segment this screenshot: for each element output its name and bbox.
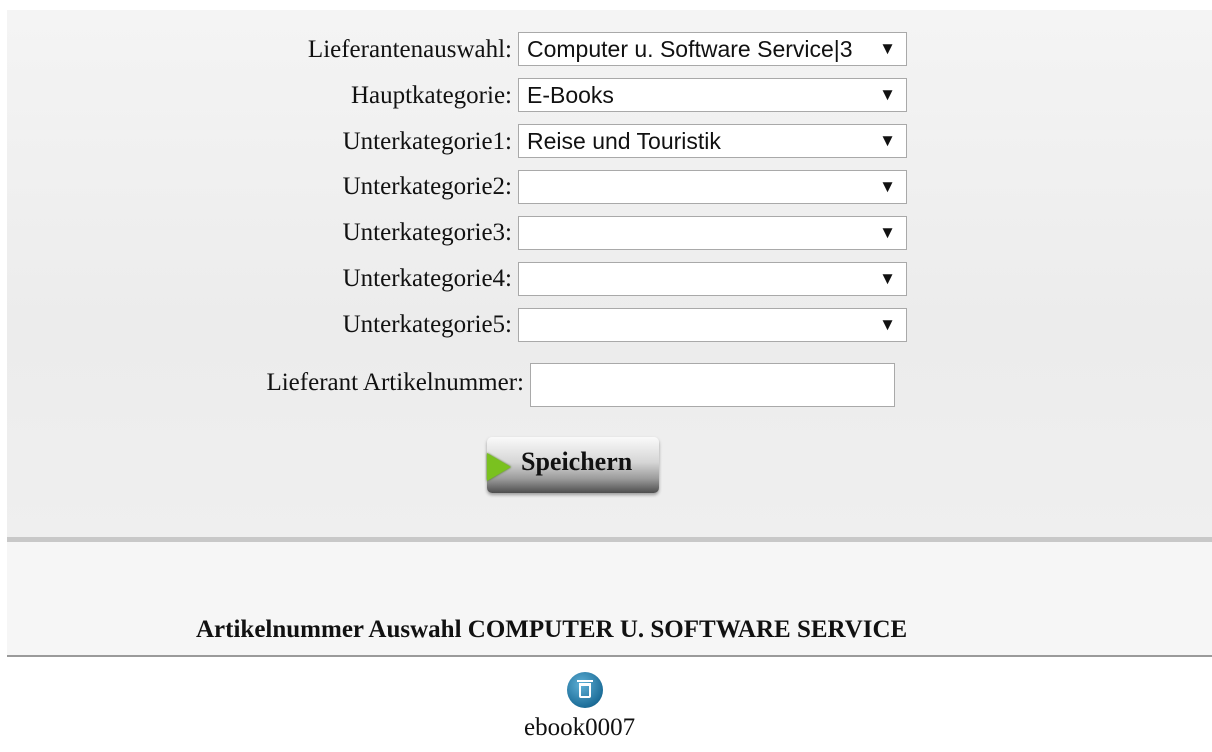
supplier-select[interactable]: Computer u. Software Service|3 ▼ xyxy=(518,32,907,66)
subcategory2-select[interactable]: ▼ xyxy=(518,170,907,204)
chevron-down-icon: ▼ xyxy=(879,223,896,242)
main-category-label: Hauptkategorie: xyxy=(350,82,512,109)
play-icon xyxy=(487,453,511,481)
trash-body xyxy=(579,683,591,698)
chevron-down-icon: ▼ xyxy=(879,131,896,150)
subcategory1-label: Unterkategorie1: xyxy=(342,128,512,155)
chevron-down-icon: ▼ xyxy=(879,269,896,288)
subcategory5-select[interactable]: ▼ xyxy=(518,308,907,342)
save-button-label: Speichern xyxy=(521,447,633,476)
supplier-label: Lieferantenauswahl: xyxy=(307,36,512,63)
subcategory4-label: Unterkategorie4: xyxy=(342,265,512,292)
trash-icon[interactable] xyxy=(567,672,603,708)
chevron-down-icon: ▼ xyxy=(879,85,896,104)
subcategory4-select[interactable]: ▼ xyxy=(518,262,907,296)
chevron-down-icon: ▼ xyxy=(879,39,896,58)
trash-lid xyxy=(577,680,593,682)
subcategory2-label: Unterkategorie2: xyxy=(342,173,512,200)
subcategory5-label: Unterkategorie5: xyxy=(342,311,512,338)
subcategory1-select-value: Reise und Touristik xyxy=(527,128,721,154)
main-category-select-value: E-Books xyxy=(527,82,614,108)
chevron-down-icon: ▼ xyxy=(879,315,896,334)
list-item: ebook0007 xyxy=(524,714,636,741)
subcategory3-select[interactable]: ▼ xyxy=(518,216,907,250)
subcategory3-label: Unterkategorie3: xyxy=(342,219,512,246)
save-button[interactable]: Speichern xyxy=(487,437,659,493)
subcategory1-select[interactable]: Reise und Touristik ▼ xyxy=(518,124,907,158)
supplier-select-value: Computer u. Software Service|3 xyxy=(527,36,853,62)
article-number-label: Lieferant Artikelnummer: xyxy=(266,369,524,396)
selection-heading: Artikelnummer Auswahl COMPUTER U. SOFTWA… xyxy=(196,616,908,643)
chevron-down-icon: ▼ xyxy=(879,177,896,196)
article-number-input[interactable] xyxy=(530,363,895,407)
main-category-select[interactable]: E-Books ▼ xyxy=(518,78,907,112)
